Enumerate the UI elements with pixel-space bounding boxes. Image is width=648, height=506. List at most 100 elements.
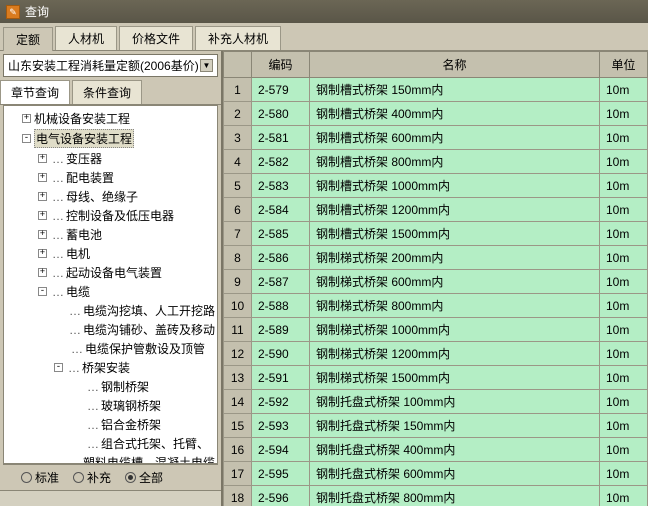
tree-label[interactable]: 蓄电池 bbox=[66, 226, 102, 243]
cell-code[interactable]: 2-586 bbox=[252, 246, 310, 270]
cell-name[interactable]: 钢制槽式桥架 600mm内 bbox=[310, 126, 600, 150]
cell-unit[interactable]: 10m bbox=[600, 246, 648, 270]
tree-label[interactable]: 变压器 bbox=[66, 150, 102, 167]
tree-node[interactable]: …铝合金桥架 bbox=[6, 415, 215, 434]
cell-code[interactable]: 2-591 bbox=[252, 366, 310, 390]
col-name[interactable]: 名称 bbox=[310, 52, 600, 78]
cell-name[interactable]: 钢制梯式桥架 800mm内 bbox=[310, 294, 600, 318]
table-row[interactable]: 32-581钢制槽式桥架 600mm内10m bbox=[224, 126, 648, 150]
cell-unit[interactable]: 10m bbox=[600, 366, 648, 390]
radio-全部[interactable]: 全部 bbox=[125, 469, 163, 486]
cell-name[interactable]: 钢制槽式桥架 400mm内 bbox=[310, 102, 600, 126]
table-row[interactable]: 112-589钢制梯式桥架 1000mm内10m bbox=[224, 318, 648, 342]
tree-node[interactable]: …电缆保护管敷设及顶管 bbox=[6, 339, 215, 358]
table-row[interactable]: 22-580钢制槽式桥架 400mm内10m bbox=[224, 102, 648, 126]
cell-code[interactable]: 2-587 bbox=[252, 270, 310, 294]
tree-node[interactable]: +…控制设备及低压电器 bbox=[6, 206, 215, 225]
cell-code[interactable]: 2-590 bbox=[252, 342, 310, 366]
tree-node[interactable]: …电缆沟挖填、人工开挖路 bbox=[6, 301, 215, 320]
cell-name[interactable]: 钢制托盘式桥架 100mm内 bbox=[310, 390, 600, 414]
cell-name[interactable]: 钢制槽式桥架 1200mm内 bbox=[310, 198, 600, 222]
tree-node[interactable]: +…起动设备电气装置 bbox=[6, 263, 215, 282]
cell-unit[interactable]: 10m bbox=[600, 150, 648, 174]
sub-tab-0[interactable]: 章节查询 bbox=[0, 80, 70, 104]
cell-name[interactable]: 钢制梯式桥架 200mm内 bbox=[310, 246, 600, 270]
cell-unit[interactable]: 10m bbox=[600, 318, 648, 342]
cell-unit[interactable]: 10m bbox=[600, 78, 648, 102]
tree-node[interactable]: …钢制桥架 bbox=[6, 377, 215, 396]
table-row[interactable]: 72-585钢制槽式桥架 1500mm内10m bbox=[224, 222, 648, 246]
tree-node[interactable]: …组合式托架、托臂、 bbox=[6, 434, 215, 453]
cell-name[interactable]: 钢制槽式桥架 1000mm内 bbox=[310, 174, 600, 198]
cell-unit[interactable]: 10m bbox=[600, 270, 648, 294]
radio-标准[interactable]: 标准 bbox=[21, 469, 59, 486]
table-row[interactable]: 152-593钢制托盘式桥架 150mm内10m bbox=[224, 414, 648, 438]
cell-code[interactable]: 2-589 bbox=[252, 318, 310, 342]
cell-code[interactable]: 2-585 bbox=[252, 222, 310, 246]
cell-unit[interactable]: 10m bbox=[600, 198, 648, 222]
col-code[interactable]: 编码 bbox=[252, 52, 310, 78]
cell-name[interactable]: 钢制槽式桥架 150mm内 bbox=[310, 78, 600, 102]
table-row[interactable]: 62-584钢制槽式桥架 1200mm内10m bbox=[224, 198, 648, 222]
table-row[interactable]: 122-590钢制梯式桥架 1200mm内10m bbox=[224, 342, 648, 366]
tree-node[interactable]: -…电缆 bbox=[6, 282, 215, 301]
cell-unit[interactable]: 10m bbox=[600, 462, 648, 486]
table-row[interactable]: 12-579钢制槽式桥架 150mm内10m bbox=[224, 78, 648, 102]
cell-code[interactable]: 2-580 bbox=[252, 102, 310, 126]
tree-label[interactable]: 母线、绝缘子 bbox=[66, 188, 138, 205]
collapse-icon[interactable]: - bbox=[38, 287, 47, 296]
tree-node[interactable]: …玻璃钢桥架 bbox=[6, 396, 215, 415]
cell-code[interactable]: 2-583 bbox=[252, 174, 310, 198]
tree-label[interactable]: 钢制桥架 bbox=[101, 378, 149, 395]
tree-label[interactable]: 组合式托架、托臂、 bbox=[101, 435, 209, 452]
tree-label[interactable]: 电机 bbox=[66, 245, 90, 262]
cell-unit[interactable]: 10m bbox=[600, 294, 648, 318]
cell-unit[interactable]: 10m bbox=[600, 174, 648, 198]
scrollbar-horizontal[interactable] bbox=[0, 490, 221, 506]
expand-icon[interactable]: + bbox=[22, 114, 31, 123]
tree-node[interactable]: +…变压器 bbox=[6, 149, 215, 168]
cell-unit[interactable]: 10m bbox=[600, 390, 648, 414]
main-tab-0[interactable]: 定额 bbox=[3, 27, 53, 51]
cell-unit[interactable]: 10m bbox=[600, 414, 648, 438]
cell-name[interactable]: 钢制槽式桥架 1500mm内 bbox=[310, 222, 600, 246]
tree-label[interactable]: 机械设备安装工程 bbox=[34, 110, 130, 127]
tree-label[interactable]: 桥架安装 bbox=[82, 359, 130, 376]
cell-name[interactable]: 钢制托盘式桥架 400mm内 bbox=[310, 438, 600, 462]
col-rownum[interactable] bbox=[224, 52, 252, 78]
tree-label[interactable]: 电气设备安装工程 bbox=[34, 129, 134, 148]
cell-code[interactable]: 2-588 bbox=[252, 294, 310, 318]
cell-code[interactable]: 2-582 bbox=[252, 150, 310, 174]
tree-label[interactable]: 电缆沟铺砂、盖砖及移动 bbox=[83, 321, 215, 338]
cell-name[interactable]: 钢制梯式桥架 600mm内 bbox=[310, 270, 600, 294]
cell-code[interactable]: 2-592 bbox=[252, 390, 310, 414]
tree-node[interactable]: +机械设备安装工程 bbox=[6, 109, 215, 128]
cell-name[interactable]: 钢制槽式桥架 800mm内 bbox=[310, 150, 600, 174]
expand-icon[interactable]: + bbox=[38, 211, 47, 220]
cell-unit[interactable]: 10m bbox=[600, 102, 648, 126]
tree-node[interactable]: …塑料电缆槽、混凝土电缆 bbox=[6, 453, 215, 464]
expand-icon[interactable]: + bbox=[38, 249, 47, 258]
table-row[interactable]: 142-592钢制托盘式桥架 100mm内10m bbox=[224, 390, 648, 414]
tree-label[interactable]: 电缆保护管敷设及顶管 bbox=[85, 340, 205, 357]
tree-node[interactable]: -电气设备安装工程 bbox=[6, 128, 215, 149]
tree-label[interactable]: 控制设备及低压电器 bbox=[66, 207, 174, 224]
chevron-down-icon[interactable]: ▼ bbox=[200, 59, 213, 72]
expand-icon[interactable]: + bbox=[38, 173, 47, 182]
table-row[interactable]: 82-586钢制梯式桥架 200mm内10m bbox=[224, 246, 648, 270]
cell-unit[interactable]: 10m bbox=[600, 126, 648, 150]
tree-label[interactable]: 铝合金桥架 bbox=[101, 416, 161, 433]
cell-code[interactable]: 2-584 bbox=[252, 198, 310, 222]
cell-unit[interactable]: 10m bbox=[600, 222, 648, 246]
col-unit[interactable]: 单位 bbox=[600, 52, 648, 78]
tree-label[interactable]: 电缆 bbox=[66, 283, 90, 300]
cell-code[interactable]: 2-579 bbox=[252, 78, 310, 102]
cell-name[interactable]: 钢制托盘式桥架 150mm内 bbox=[310, 414, 600, 438]
tree-node[interactable]: -…桥架安装 bbox=[6, 358, 215, 377]
expand-icon[interactable]: + bbox=[38, 230, 47, 239]
cell-name[interactable]: 钢制梯式桥架 1200mm内 bbox=[310, 342, 600, 366]
main-tab-1[interactable]: 人材机 bbox=[55, 26, 117, 50]
table-row[interactable]: 102-588钢制梯式桥架 800mm内10m bbox=[224, 294, 648, 318]
expand-icon[interactable]: + bbox=[38, 192, 47, 201]
cell-name[interactable]: 钢制梯式桥架 1500mm内 bbox=[310, 366, 600, 390]
